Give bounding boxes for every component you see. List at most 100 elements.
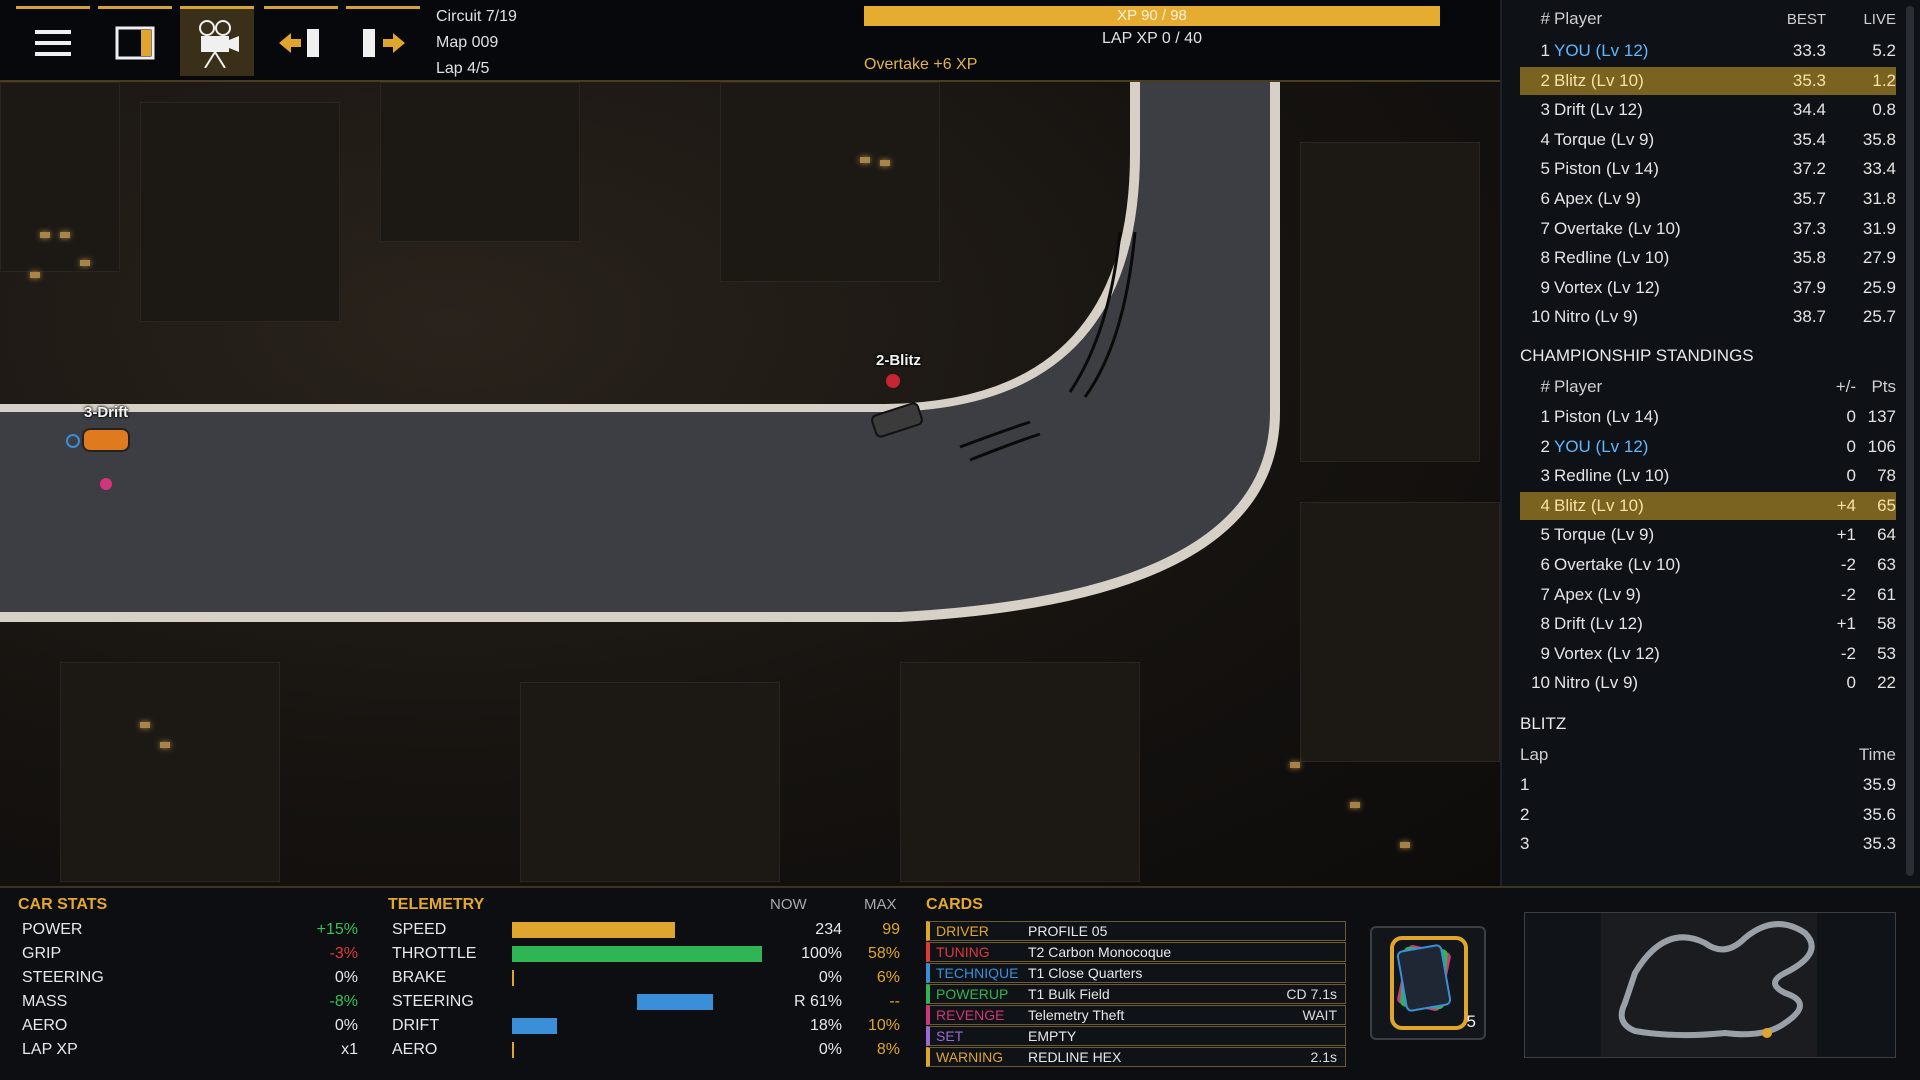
- row-rank: 6: [1540, 189, 1550, 208]
- championship-row[interactable]: 9 Vortex (Lv 12) -2 53: [1520, 640, 1896, 668]
- row-player: Vortex (Lv 12): [1554, 643, 1660, 663]
- card-deck-button[interactable]: 5: [1370, 926, 1486, 1040]
- card-tag: DRIVER: [936, 923, 989, 939]
- championship-row[interactable]: 2 YOU (Lv 12) 0 106: [1520, 433, 1896, 461]
- row-live: 5.2: [1872, 41, 1896, 60]
- panel-toggle-button[interactable]: [98, 6, 172, 76]
- card-slot[interactable]: SET EMPTY: [926, 1026, 1346, 1046]
- row-player: Nitro (Lv 9): [1554, 307, 1639, 327]
- row-best: 38.7: [1792, 307, 1826, 327]
- card-slot[interactable]: POWERUP T1 Bulk Field CD 7.1s: [926, 984, 1346, 1004]
- card-value: EMPTY: [1028, 1028, 1077, 1044]
- row-player: Blitz (Lv 10): [1554, 495, 1644, 515]
- row-best: 37.2: [1792, 159, 1826, 179]
- championship-row[interactable]: 6 Overtake (Lv 10) -2 63: [1520, 551, 1896, 579]
- leaderboard-row[interactable]: 1 YOU (Lv 12) 33.3 5.2: [1520, 37, 1896, 65]
- car-stat-row: AERO 0%: [22, 1015, 358, 1037]
- telemetry-max: 58%: [867, 945, 900, 962]
- card-value: PROFILE 05: [1028, 923, 1108, 939]
- row-best: 35.4: [1792, 129, 1826, 149]
- panel-scrollbar[interactable]: [1906, 6, 1914, 876]
- row-rank: 2: [1540, 436, 1550, 456]
- header-pts: Pts: [1871, 377, 1896, 396]
- previous-button[interactable]: [264, 6, 338, 76]
- car-stat-row: GRIP -3%: [22, 943, 358, 965]
- card-value: T1 Close Quarters: [1028, 965, 1143, 981]
- race-map: 2-Blitz 3-Drift: [0, 82, 1500, 886]
- row-player: Overtake (Lv 10): [1554, 555, 1681, 574]
- telemetry-max: 99: [882, 921, 900, 938]
- row-rank: 10: [1531, 307, 1550, 327]
- circuit-text: Circuit 7/19: [436, 8, 517, 25]
- leaderboard-row[interactable]: 5 Piston (Lv 14) 37.2 33.4: [1520, 155, 1896, 183]
- stat-value: -3%: [329, 945, 358, 962]
- card-slot[interactable]: TECHNIQUE T1 Close Quarters: [926, 963, 1346, 983]
- row-rank: 5: [1540, 159, 1550, 179]
- lap-text: Lap 4/5: [436, 60, 490, 77]
- telemetry-label: STEERING: [392, 993, 474, 1010]
- car-stat-row: STEERING 0%: [22, 967, 358, 989]
- leaderboard-row[interactable]: 3 Drift (Lv 12) 34.4 0.8: [1520, 96, 1896, 124]
- camera-button[interactable]: [180, 6, 254, 76]
- header-rank: #: [1540, 9, 1550, 28]
- card-slot[interactable]: WARNING REDLINE HEX 2.1s: [926, 1047, 1346, 1067]
- minimap[interactable]: [1524, 912, 1896, 1058]
- row-delta: -2: [1840, 584, 1856, 604]
- row-player: YOU (Lv 12): [1554, 436, 1649, 456]
- card-slot[interactable]: TUNING T2 Carbon Monocoque: [926, 942, 1346, 962]
- championship-row[interactable]: 5 Torque (Lv 9) +1 64: [1520, 521, 1896, 549]
- leaderboard-row[interactable]: 9 Vortex (Lv 12) 37.9 25.9: [1520, 274, 1896, 302]
- xp-bar: XP 90 / 98: [864, 6, 1440, 26]
- championship-row[interactable]: 10 Nitro (Lv 9) 0 22: [1520, 669, 1896, 697]
- row-pts: 53: [1877, 643, 1896, 663]
- card-extra: 2.1s: [1310, 1049, 1337, 1065]
- telemetry-label: THROTTLE: [392, 945, 477, 962]
- card-slot[interactable]: REVENGE Telemetry Theft WAIT: [926, 1005, 1346, 1025]
- row-best: 33.3: [1792, 41, 1826, 60]
- championship-row[interactable]: 8 Drift (Lv 12) +1 58: [1520, 610, 1896, 638]
- row-live: 25.9: [1862, 277, 1896, 297]
- xp-text: XP 90 / 98: [1117, 7, 1187, 24]
- lap-xp-text: LAP XP 0 / 40: [1102, 30, 1202, 47]
- header-delta: +/-: [1835, 377, 1856, 396]
- championship-row[interactable]: 3 Redline (Lv 10) 0 78: [1520, 462, 1896, 490]
- next-button[interactable]: [346, 6, 420, 76]
- car-label-drift: 3-Drift: [84, 404, 129, 421]
- row-player: Apex (Lv 9): [1554, 189, 1641, 208]
- telemetry-max: --: [889, 993, 900, 1010]
- leaderboard-row[interactable]: 4 Torque (Lv 9) 35.4 35.8: [1520, 126, 1896, 154]
- stat-value: x1: [341, 1041, 358, 1058]
- championship-header: # Player +/- Pts: [1520, 373, 1896, 401]
- championship-row[interactable]: 7 Apex (Lv 9) -2 61: [1520, 581, 1896, 609]
- header-lap: Lap: [1520, 745, 1549, 764]
- lap-times-title: BLITZ: [1520, 714, 1567, 733]
- row-best: 37.9: [1792, 277, 1826, 297]
- leaderboard-row[interactable]: 8 Redline (Lv 10) 35.8 27.9: [1520, 244, 1896, 272]
- row-pts: 58: [1877, 614, 1896, 634]
- row-best: 34.4: [1792, 100, 1826, 120]
- row-player: Redline (Lv 10): [1554, 466, 1670, 486]
- row-pts: 64: [1877, 525, 1896, 545]
- row-player: Overtake (Lv 10): [1554, 218, 1681, 238]
- leaderboard-row[interactable]: 10 Nitro (Lv 9) 38.7 25.7: [1520, 303, 1896, 331]
- row-time: 35.6: [1862, 804, 1896, 824]
- telemetry-label: AERO: [392, 1041, 438, 1058]
- row-pts: 61: [1877, 584, 1896, 604]
- championship-row[interactable]: 4 Blitz (Lv 10) +4 65: [1520, 491, 1896, 520]
- leaderboard-row[interactable]: 7 Overtake (Lv 10) 37.3 31.9: [1520, 215, 1896, 243]
- skull-marker-icon: [886, 374, 900, 388]
- menu-button[interactable]: [16, 6, 90, 76]
- row-rank: 6: [1540, 555, 1550, 574]
- card-slot[interactable]: DRIVER PROFILE 05: [926, 921, 1346, 941]
- row-delta: 0: [1846, 673, 1856, 693]
- row-live: 1.2: [1872, 70, 1896, 90]
- row-player: Piston (Lv 14): [1554, 159, 1659, 179]
- row-rank: 4: [1540, 129, 1550, 149]
- leaderboard-row[interactable]: 6 Apex (Lv 9) 35.7 31.8: [1520, 185, 1896, 213]
- stat-label: AERO: [22, 1017, 68, 1034]
- leaderboard-row[interactable]: 2 Blitz (Lv 10) 35.3 1.2: [1520, 66, 1896, 95]
- row-time: 35.9: [1862, 775, 1896, 794]
- header-player: Player: [1554, 377, 1603, 396]
- championship-row[interactable]: 1 Piston (Lv 14) 0 137: [1520, 403, 1896, 431]
- row-live: 33.4: [1862, 159, 1896, 179]
